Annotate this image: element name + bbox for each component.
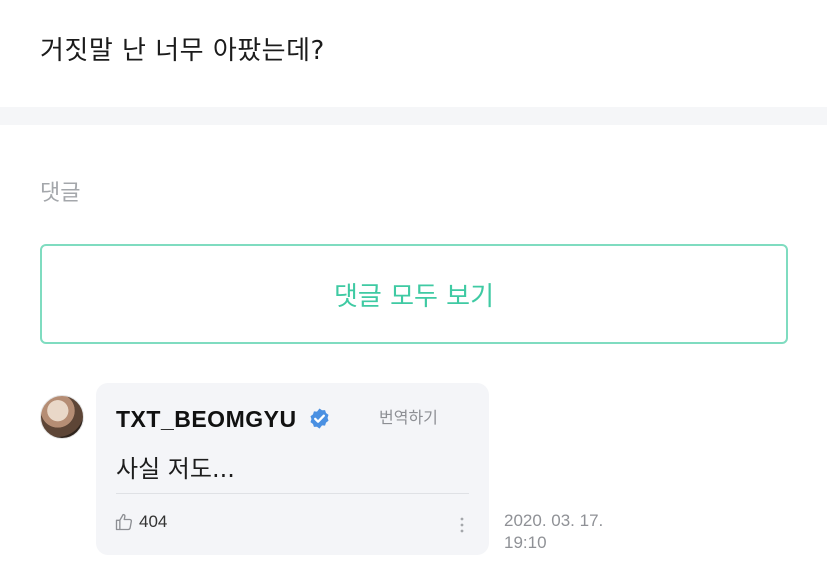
comment-date: 2020. 03. 17. <box>504 511 604 530</box>
thumbs-up-icon <box>115 513 133 531</box>
comment-bubble: TXT_BEOMGYU 번역하기 사실 저도... 404 <box>96 383 489 555</box>
comment-divider <box>116 493 469 494</box>
translate-link[interactable]: 번역하기 <box>379 404 438 428</box>
post-text: 거짓말 난 너무 아팠는데? <box>40 36 325 66</box>
avatar[interactable] <box>40 395 84 439</box>
section-divider <box>0 107 827 125</box>
like-button[interactable]: 404 <box>114 512 167 532</box>
verified-badge-icon <box>310 408 329 429</box>
more-vertical-icon[interactable] <box>459 516 465 534</box>
like-count: 404 <box>139 512 168 531</box>
comment-timestamp: 2020. 03. 17. 19:10 <box>504 510 603 554</box>
comment-body: 사실 저도... <box>116 455 235 483</box>
comment-time: 19:10 <box>504 533 547 552</box>
comments-section-label: 댓글 <box>40 181 81 206</box>
comment-author[interactable]: TXT_BEOMGYU <box>116 406 297 433</box>
view-all-comments-button[interactable]: 댓글 모두 보기 <box>40 244 788 344</box>
